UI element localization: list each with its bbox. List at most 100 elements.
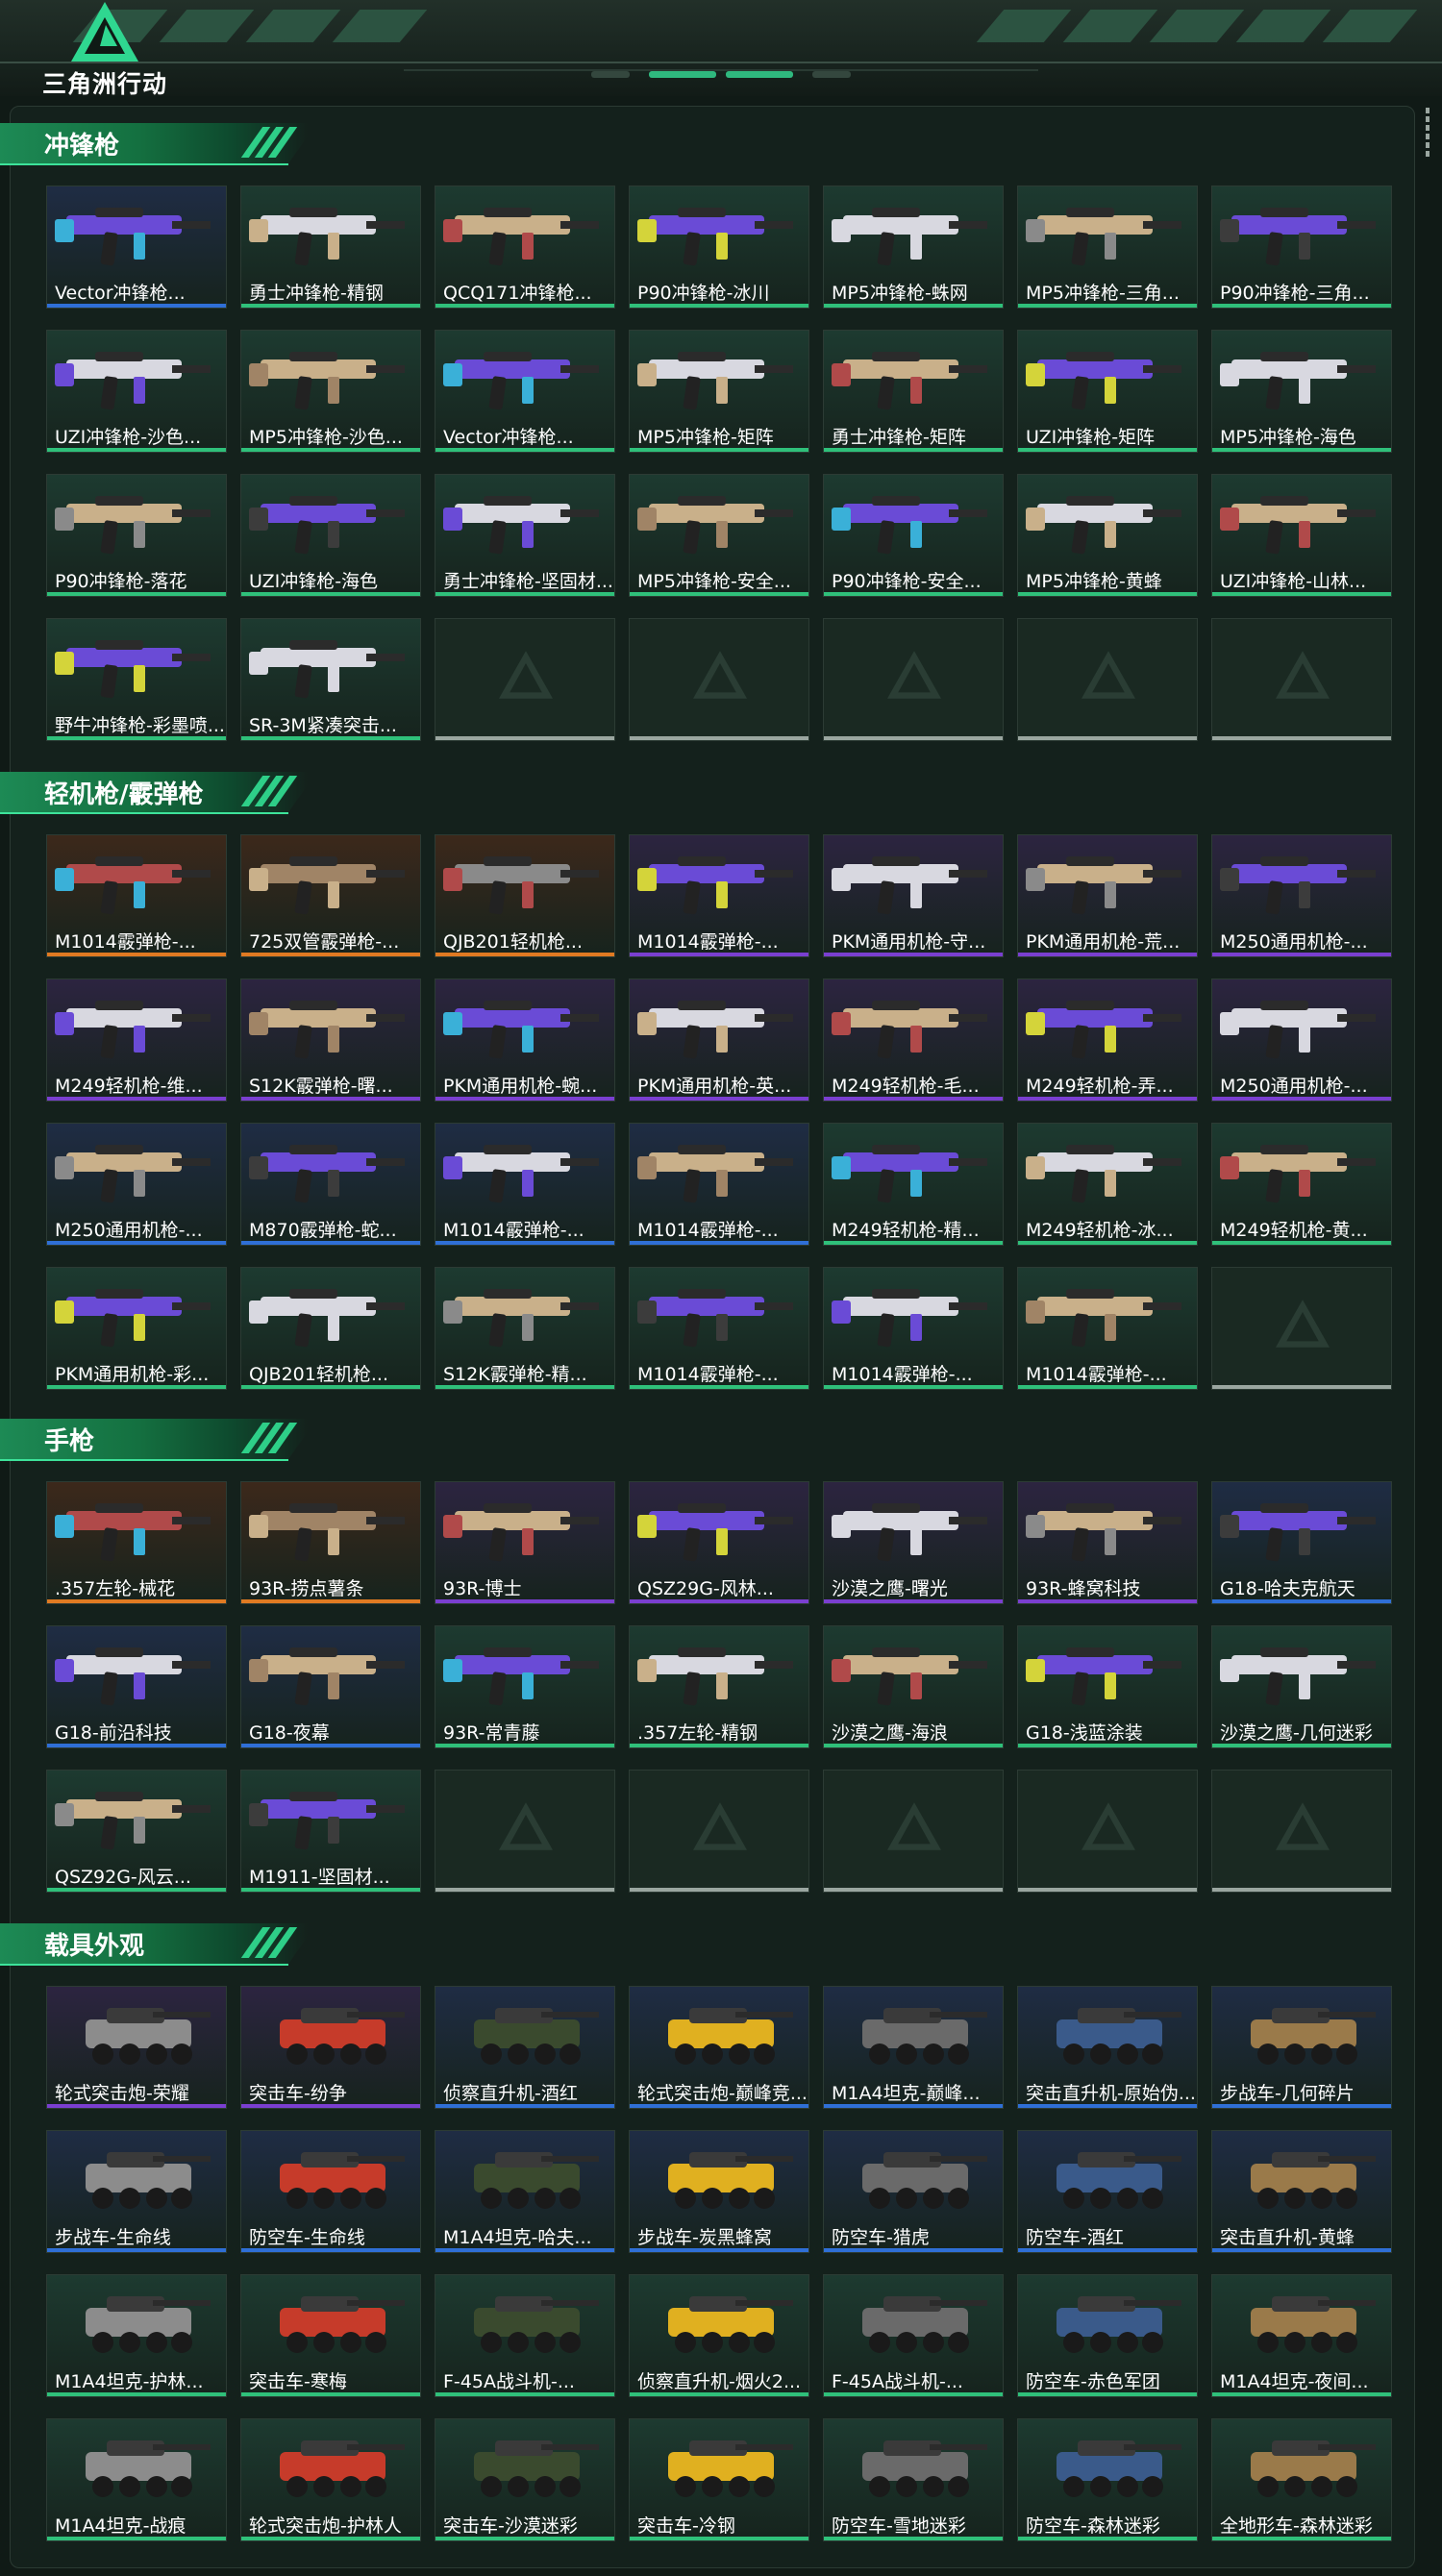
item-card[interactable]: SR-3M紧凑突击... (240, 618, 421, 741)
item-card[interactable]: S12K霰弹枪-精... (435, 1267, 615, 1390)
item-card[interactable]: MP5冲锋枪-黄蜂 (1017, 474, 1198, 597)
item-card[interactable]: M1014霰弹枪-... (435, 1123, 615, 1246)
item-card[interactable]: QJB201轻机枪... (240, 1267, 421, 1390)
item-card[interactable]: PKM通用机枪-蜿... (435, 978, 615, 1102)
item-card[interactable]: MP5冲锋枪-三角... (1017, 186, 1198, 309)
item-card[interactable]: 勇士冲锋枪-矩阵 (823, 330, 1004, 453)
item-card[interactable]: M1014霰弹枪-... (1017, 1267, 1198, 1390)
item-card[interactable]: 勇士冲锋枪-坚固材... (435, 474, 615, 597)
item-card[interactable]: M250通用机枪-... (1211, 978, 1392, 1102)
item-card[interactable]: MP5冲锋枪-安全... (629, 474, 809, 597)
item-card[interactable]: 步战车-生命线 (46, 2130, 227, 2253)
item-card[interactable]: S12K霰弹枪-曙... (240, 978, 421, 1102)
item-card[interactable]: M250通用机枪-... (1211, 834, 1392, 957)
item-card[interactable]: 防空车-森林迷彩 (1017, 2418, 1198, 2541)
item-card[interactable]: 725双管霰弹枪-... (240, 834, 421, 957)
item-card[interactable]: 93R-博士 (435, 1481, 615, 1604)
item-card[interactable]: MP5冲锋枪-沙色... (240, 330, 421, 453)
empty-item-slot (823, 618, 1004, 741)
item-card[interactable]: 防空车-赤色军团 (1017, 2274, 1198, 2397)
item-card[interactable]: M1014霰弹枪-... (46, 834, 227, 957)
item-card[interactable]: G18-前沿科技 (46, 1625, 227, 1748)
item-card[interactable]: 侦察直升机-酒红 (435, 1986, 615, 2109)
item-card[interactable]: M870霰弹枪-蛇... (240, 1123, 421, 1246)
item-card[interactable]: M250通用机枪-... (46, 1123, 227, 1246)
item-card[interactable]: 野牛冲锋枪-彩墨喷... (46, 618, 227, 741)
item-card[interactable]: 93R-捞点薯条 (240, 1481, 421, 1604)
item-card[interactable]: P90冲锋枪-安全... (823, 474, 1004, 597)
item-card[interactable]: F-45A战斗机-... (435, 2274, 615, 2397)
item-card[interactable]: 轮式突击炮-护林人 (240, 2418, 421, 2541)
page-indicator (591, 71, 630, 78)
item-card[interactable]: M249轻机枪-维... (46, 978, 227, 1102)
item-card[interactable]: MP5冲锋枪-蛛网 (823, 186, 1004, 309)
item-card[interactable]: MP5冲锋枪-海色 (1211, 330, 1392, 453)
item-card[interactable]: 步战车-几何碎片 (1211, 1986, 1392, 2109)
item-card[interactable]: M249轻机枪-毛... (823, 978, 1004, 1102)
rarity-bar (47, 1744, 226, 1747)
item-card[interactable]: 沙漠之鹰-曙光 (823, 1481, 1004, 1604)
item-card[interactable]: 防空车-猎虎 (823, 2130, 1004, 2253)
item-card[interactable]: M1014霰弹枪-... (629, 1267, 809, 1390)
item-card[interactable]: QJB201轻机枪... (435, 834, 615, 957)
item-card[interactable]: G18-浅蓝涂装 (1017, 1625, 1198, 1748)
item-card[interactable]: 93R-常青藤 (435, 1625, 615, 1748)
item-card[interactable]: MP5冲锋枪-矩阵 (629, 330, 809, 453)
item-card[interactable]: PKM通用机枪-守... (823, 834, 1004, 957)
item-card[interactable]: F-45A战斗机-... (823, 2274, 1004, 2397)
item-card[interactable]: 侦察直升机-烟火2... (629, 2274, 809, 2397)
item-card[interactable]: 轮式突击炮-巅峰竞... (629, 1986, 809, 2109)
item-card[interactable]: .357左轮-械花 (46, 1481, 227, 1604)
item-card[interactable]: 轮式突击炮-荣耀 (46, 1986, 227, 2109)
item-card[interactable]: PKM通用机枪-荒... (1017, 834, 1198, 957)
item-card[interactable]: Vector冲锋枪... (46, 186, 227, 309)
item-card[interactable]: 突击直升机-原始伪... (1017, 1986, 1198, 2109)
item-card[interactable]: G18-夜幕 (240, 1625, 421, 1748)
item-card[interactable]: QSZ29G-风林... (629, 1481, 809, 1604)
item-card[interactable]: QCQ171冲锋枪... (435, 186, 615, 309)
item-card[interactable]: M1014霰弹枪-... (629, 1123, 809, 1246)
item-card[interactable]: 93R-蜂窝科技 (1017, 1481, 1198, 1604)
item-card[interactable]: .357左轮-精钢 (629, 1625, 809, 1748)
item-card[interactable]: 沙漠之鹰-几何迷彩 (1211, 1625, 1392, 1748)
item-card[interactable]: Vector冲锋枪... (435, 330, 615, 453)
item-card[interactable]: UZI冲锋枪-沙色... (46, 330, 227, 453)
item-card[interactable]: M1911-坚固材... (240, 1770, 421, 1893)
item-card[interactable]: 沙漠之鹰-海浪 (823, 1625, 1004, 1748)
item-card[interactable]: 全地形车-森林迷彩 (1211, 2418, 1392, 2541)
item-card[interactable]: 步战车-炭黑蜂窝 (629, 2130, 809, 2253)
item-card[interactable]: M1A4坦克-哈夫... (435, 2130, 615, 2253)
item-card[interactable]: PKM通用机枪-英... (629, 978, 809, 1102)
item-card[interactable]: P90冲锋枪-三角... (1211, 186, 1392, 309)
item-card[interactable]: M1A4坦克-战痕 (46, 2418, 227, 2541)
item-card[interactable]: UZI冲锋枪-山林... (1211, 474, 1392, 597)
item-card[interactable]: 防空车-酒红 (1017, 2130, 1198, 2253)
item-card[interactable]: M249轻机枪-冰... (1017, 1123, 1198, 1246)
item-card[interactable]: 防空车-雪地迷彩 (823, 2418, 1004, 2541)
item-card[interactable]: PKM通用机枪-彩... (46, 1267, 227, 1390)
item-card[interactable]: M1A4坦克-护林... (46, 2274, 227, 2397)
item-card[interactable]: M1A4坦克-巅峰... (823, 1986, 1004, 2109)
item-card[interactable]: P90冲锋枪-冰川 (629, 186, 809, 309)
item-card[interactable]: M249轻机枪-黄... (1211, 1123, 1392, 1246)
item-card[interactable]: 勇士冲锋枪-精钢 (240, 186, 421, 309)
item-card[interactable]: QSZ92G-风云... (46, 1770, 227, 1893)
item-card[interactable]: M249轻机枪-弄... (1017, 978, 1198, 1102)
item-card[interactable]: UZI冲锋枪-矩阵 (1017, 330, 1198, 453)
item-card[interactable]: M1A4坦克-夜间... (1211, 2274, 1392, 2397)
item-card[interactable]: UZI冲锋枪-海色 (240, 474, 421, 597)
item-card[interactable]: G18-哈夫克航天 (1211, 1481, 1392, 1604)
item-card[interactable]: P90冲锋枪-落花 (46, 474, 227, 597)
item-card[interactable]: 突击直升机-黄蜂 (1211, 2130, 1392, 2253)
item-card[interactable]: 突击车-沙漠迷彩 (435, 2418, 615, 2541)
item-label: 轮式突击炮-护林人 (249, 2515, 402, 2537)
scrollbar[interactable] (1423, 108, 1432, 167)
item-card[interactable]: M1014霰弹枪-... (823, 1267, 1004, 1390)
item-card[interactable]: M1014霰弹枪-... (629, 834, 809, 957)
item-card[interactable]: 突击车-纷争 (240, 1986, 421, 2109)
item-card[interactable]: 突击车-寒梅 (240, 2274, 421, 2397)
item-card[interactable]: 防空车-生命线 (240, 2130, 421, 2253)
item-card[interactable]: M249轻机枪-精... (823, 1123, 1004, 1246)
rarity-bar (47, 2392, 226, 2396)
item-card[interactable]: 突击车-冷钢 (629, 2418, 809, 2541)
